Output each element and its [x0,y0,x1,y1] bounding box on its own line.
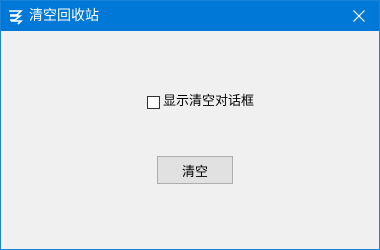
show-dialog-label: 显示清空对话框 [163,94,255,109]
close-icon [353,10,365,22]
title-bar[interactable]: 清空回收站 [1,1,379,31]
dialog-window: 清空回收站 显示清空对话框 清空 [0,0,380,250]
window-title: 清空回收站 [29,8,99,24]
app-icon [7,8,24,25]
empty-button[interactable]: 清空 [157,156,233,184]
close-button[interactable] [339,1,379,31]
show-dialog-option[interactable]: 显示清空对话框 [147,94,254,110]
show-dialog-checkbox[interactable] [147,95,160,109]
